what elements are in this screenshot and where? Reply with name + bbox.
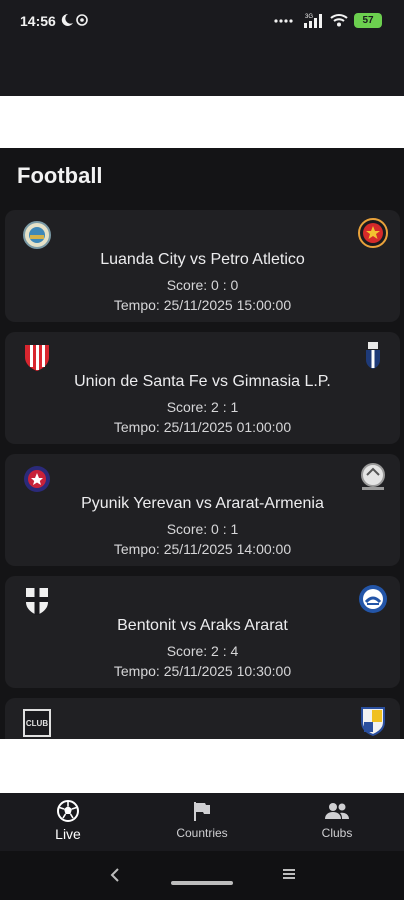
team-logo-icon — [23, 221, 51, 249]
bottom-nav: Live Countries Clubs — [0, 793, 404, 851]
match-card[interactable]: Pyunik Yerevan vs Ararat-Armenia Score: … — [5, 454, 400, 566]
nav-label: Clubs — [321, 826, 353, 840]
match-card[interactable]: Union de Santa Fe vs Gimnasia L.P. Score… — [5, 332, 400, 444]
wifi-icon — [330, 14, 348, 27]
svg-text:3G: 3G — [305, 14, 313, 20]
match-score: Score: 2 : 1 — [166, 399, 239, 415]
match-time: Tempo: 25/11/2025 14:00:00 — [113, 541, 292, 557]
nav-label: Live — [55, 826, 81, 842]
status-right-icons: 3G 57 — [274, 12, 382, 28]
match-card[interactable]: Luanda City vs Petro Atletico Score: 0 :… — [5, 210, 400, 322]
status-notification-icons — [60, 13, 90, 32]
app-bar — [0, 44, 404, 96]
soccer-ball-icon — [57, 800, 79, 822]
match-time: Tempo: 25/11/2025 01:00:00 — [113, 419, 292, 435]
match-time: Tempo: 25/11/2025 10:30:00 — [113, 663, 292, 679]
team-logo-icon — [361, 707, 385, 736]
ad-banner-top — [0, 96, 404, 148]
match-card[interactable]: CLUB — [5, 698, 400, 739]
status-bar: 14:56 3G 57 — [0, 0, 404, 44]
moon-icon — [61, 13, 88, 26]
match-card[interactable]: Bentonit vs Araks Ararat Score: 2 : 4 Te… — [5, 576, 400, 688]
match-title: Luanda City vs Petro Atletico — [100, 251, 305, 268]
people-icon — [325, 803, 349, 819]
match-score: Score: 0 : 1 — [166, 521, 239, 537]
back-icon[interactable] — [108, 865, 122, 885]
team-logo-icon — [25, 345, 49, 371]
nav-item-clubs[interactable]: Clubs — [292, 799, 382, 840]
nav-item-live[interactable]: Live — [23, 799, 113, 842]
dots-icon — [274, 19, 293, 23]
match-title: Union de Santa Fe vs Gimnasia L.P. — [74, 373, 331, 390]
match-score: Score: 0 : 0 — [166, 277, 239, 293]
team-logo-icon — [366, 342, 380, 369]
match-title: Bentonit vs Araks Ararat — [117, 617, 288, 634]
team-logo-icon — [361, 463, 385, 490]
team-logo-icon — [24, 466, 50, 492]
page-title: Football — [17, 163, 103, 188]
system-nav-bar — [0, 851, 404, 900]
home-pill[interactable] — [171, 881, 233, 885]
match-score: Score: 2 : 4 — [166, 643, 239, 659]
flag-icon — [194, 802, 210, 821]
ad-banner-bottom — [0, 739, 404, 793]
team-logo-icon: CLUB — [23, 709, 51, 737]
match-time: Tempo: 25/11/2025 15:00:00 — [113, 297, 292, 313]
team-logo-icon — [26, 588, 48, 615]
nav-label: Countries — [176, 826, 228, 840]
team-logo-text: CLUB — [26, 719, 48, 728]
signal-icon: 3G — [304, 14, 322, 28]
menu-icon[interactable] — [281, 866, 297, 882]
status-time: 14:56 — [20, 13, 56, 29]
team-logo-icon — [358, 218, 388, 248]
match-list[interactable]: Football Luanda City vs Petro Atletico S… — [0, 148, 404, 739]
battery-indicator: 57 — [354, 12, 382, 28]
match-title: Pyunik Yerevan vs Ararat-Armenia — [81, 495, 324, 512]
team-logo-icon — [359, 585, 387, 613]
nav-item-countries[interactable]: Countries — [157, 799, 247, 840]
